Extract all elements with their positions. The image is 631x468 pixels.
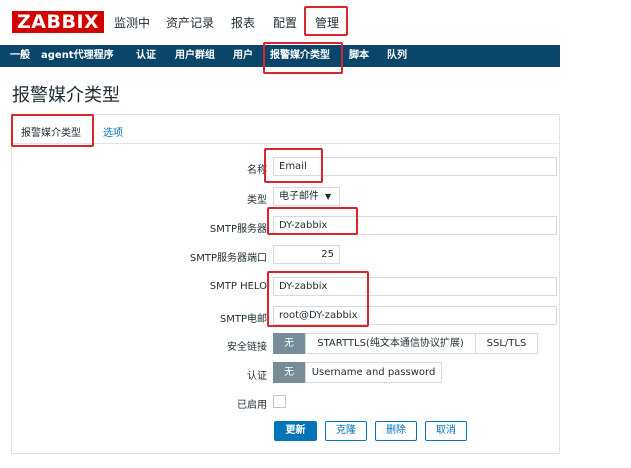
enabled-checkbox[interactable]: [273, 395, 286, 408]
smtp-server-label: SMTP服务器: [209, 224, 267, 235]
dropdown-arrow-icon: ▼: [325, 192, 332, 201]
security-none-option[interactable]: 无: [273, 333, 305, 354]
smtp-server-input[interactable]: DY-zabbix: [273, 216, 557, 235]
tab-options[interactable]: 选项: [103, 124, 123, 139]
smtp-email-input[interactable]: root@DY-zabbix: [273, 306, 557, 325]
security-starttls-option[interactable]: STARTTLS(纯文本通信协议扩展): [305, 333, 476, 354]
subnav-users[interactable]: 用户: [233, 50, 253, 62]
sub-navigation: 一般 agent代理程序 认证 用户群组 用户 报警媒介类型 脚本 队列: [0, 45, 560, 67]
subnav-queue[interactable]: 队列: [387, 50, 407, 62]
smtp-email-label: SMTP电邮: [219, 314, 267, 325]
subnav-scripts[interactable]: 脚本: [349, 50, 369, 62]
smtp-helo-input[interactable]: DY-zabbix: [273, 277, 557, 296]
top-menu-configuration[interactable]: 配置: [273, 14, 297, 31]
subnav-proxies[interactable]: agent代理程序: [41, 50, 114, 62]
subnav-user-groups[interactable]: 用户群组: [175, 50, 215, 62]
top-menu-inventory[interactable]: 资产记录: [166, 14, 214, 31]
update-button[interactable]: 更新: [274, 421, 317, 441]
smtp-helo-label: SMTP HELO: [209, 281, 267, 292]
subnav-authentication[interactable]: 认证: [136, 50, 156, 62]
top-menu-administration[interactable]: 管理: [315, 14, 339, 31]
name-label: 名称: [247, 165, 267, 176]
delete-button[interactable]: 删除: [375, 421, 417, 441]
tab-media-type[interactable]: 报警媒介类型: [21, 124, 81, 139]
type-label: 类型: [247, 195, 267, 206]
enabled-label: 已启用: [237, 400, 267, 411]
auth-label: 认证: [247, 371, 267, 382]
subnav-media-types[interactable]: 报警媒介类型: [270, 50, 330, 62]
name-input[interactable]: Email: [273, 157, 557, 176]
smtp-port-label: SMTP服务器端口: [189, 253, 267, 264]
auth-username-password-option[interactable]: Username and password: [305, 362, 442, 383]
smtp-port-input[interactable]: 25: [273, 245, 340, 264]
top-bar: ZABBIX 监测中 资产记录 报表 配置 管理: [0, 0, 631, 40]
type-select-value: 电子邮件: [279, 191, 319, 202]
tabs-bar: [11, 114, 560, 144]
type-select[interactable]: 电子邮件 ▼: [273, 187, 340, 206]
zabbix-logo[interactable]: ZABBIX: [12, 11, 105, 33]
cancel-button[interactable]: 取消: [425, 421, 467, 441]
subnav-general[interactable]: 一般: [10, 50, 30, 62]
auth-none-option[interactable]: 无: [273, 362, 305, 383]
security-ssl-tls-option[interactable]: SSL/TLS: [475, 333, 538, 354]
security-label: 安全链接: [227, 342, 267, 353]
top-menu-reports[interactable]: 报表: [231, 14, 255, 31]
page-title: 报警媒介类型: [12, 85, 120, 106]
top-menu-monitoring[interactable]: 监测中: [114, 14, 150, 31]
clone-button[interactable]: 克隆: [325, 421, 367, 441]
